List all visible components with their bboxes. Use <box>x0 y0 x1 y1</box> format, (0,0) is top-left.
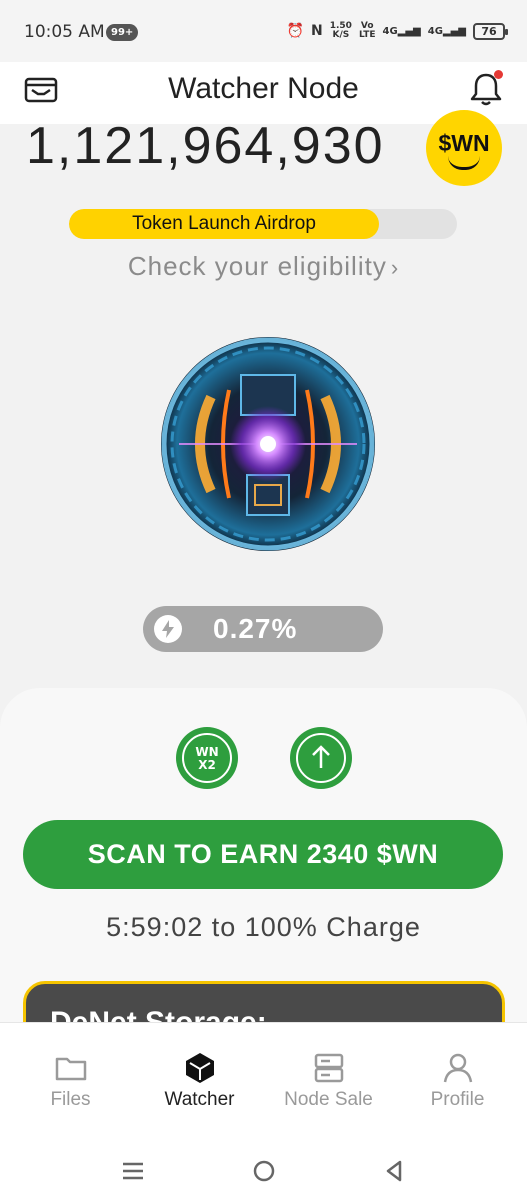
nav-node-sale[interactable]: Node Sale <box>263 1051 394 1111</box>
signal-1-icon: 4G▂▄▆ <box>382 25 421 37</box>
volte-indicator: Vo LTE <box>358 21 376 40</box>
nav-node-sale-label: Node Sale <box>284 1089 373 1110</box>
nav-files-label: Files <box>50 1089 91 1110</box>
check-eligibility-link[interactable]: Check your eligibility › <box>0 251 527 282</box>
status-icons: ⏰ N 1.50 K/S Vo LTE 4G▂▄▆ 4G▂▄▆ 76 <box>286 20 508 42</box>
watcher-orb-image[interactable] <box>159 335 377 553</box>
charge-indicator: 0.27% <box>143 606 383 652</box>
coin-smile <box>448 156 480 170</box>
nav-watcher[interactable]: Watcher <box>134 1051 265 1111</box>
upgrade-ring <box>296 733 346 783</box>
nav-files[interactable]: Files <box>5 1051 136 1111</box>
airdrop-progress-bar[interactable]: Token Launch Airdrop <box>69 209 457 239</box>
notification-dot <box>494 70 503 79</box>
eligibility-text: Check your eligibility <box>127 251 387 281</box>
nav-watcher-label: Watcher <box>164 1089 235 1110</box>
arrow-up-icon <box>312 745 330 768</box>
airdrop-label: Token Launch Airdrop <box>132 213 316 234</box>
notification-count-badge: 99+ <box>106 24 139 41</box>
nav-profile-label: Profile <box>430 1089 485 1110</box>
signal-2-icon: 4G▂▄▆ <box>427 25 466 37</box>
scan-to-earn-button[interactable]: SCAN TO EARN 2340 $WN <box>23 820 503 889</box>
charge-percentage: 0.27% <box>213 613 298 644</box>
status-bar: 10:05 AM 99+ ⏰ N 1.50 K/S Vo LTE 4G▂▄▆ 4G▂… <box>0 0 527 62</box>
bolt-icon <box>154 615 182 643</box>
home-icon[interactable] <box>249 1156 279 1186</box>
folder-icon <box>55 1057 86 1081</box>
notifications-button[interactable] <box>469 70 503 108</box>
charge-timer: 5:59:02 to 100% Charge <box>106 912 421 942</box>
cube-icon <box>185 1053 214 1083</box>
back-icon[interactable] <box>379 1156 409 1186</box>
menu-icon[interactable] <box>118 1156 148 1186</box>
nfc-icon: N <box>311 23 323 39</box>
upgrade-button[interactable] <box>290 727 352 789</box>
chevron-right-icon: › <box>390 255 400 280</box>
token-symbol: $WN <box>438 130 490 156</box>
system-navigation-bar <box>0 1140 527 1200</box>
wn-x2-label: WN X2 <box>195 745 219 772</box>
person-icon <box>443 1053 472 1083</box>
battery-icon: 76 <box>473 22 508 40</box>
wn-x2-boost-button[interactable]: WN X2 <box>176 727 238 789</box>
network-speed: 1.50 K/S <box>329 21 352 40</box>
wn-token-logo: $WN <box>426 110 502 186</box>
token-balance: 1,121,964,930 <box>26 117 385 175</box>
status-time: 10:05 AM <box>24 22 105 42</box>
server-icon <box>314 1053 343 1083</box>
wn-x2-ring: WN X2 <box>182 733 232 783</box>
nav-profile[interactable]: Profile <box>392 1051 523 1111</box>
alarm-icon: ⏰ <box>286 23 305 39</box>
page-title: Watcher Node <box>168 72 359 105</box>
